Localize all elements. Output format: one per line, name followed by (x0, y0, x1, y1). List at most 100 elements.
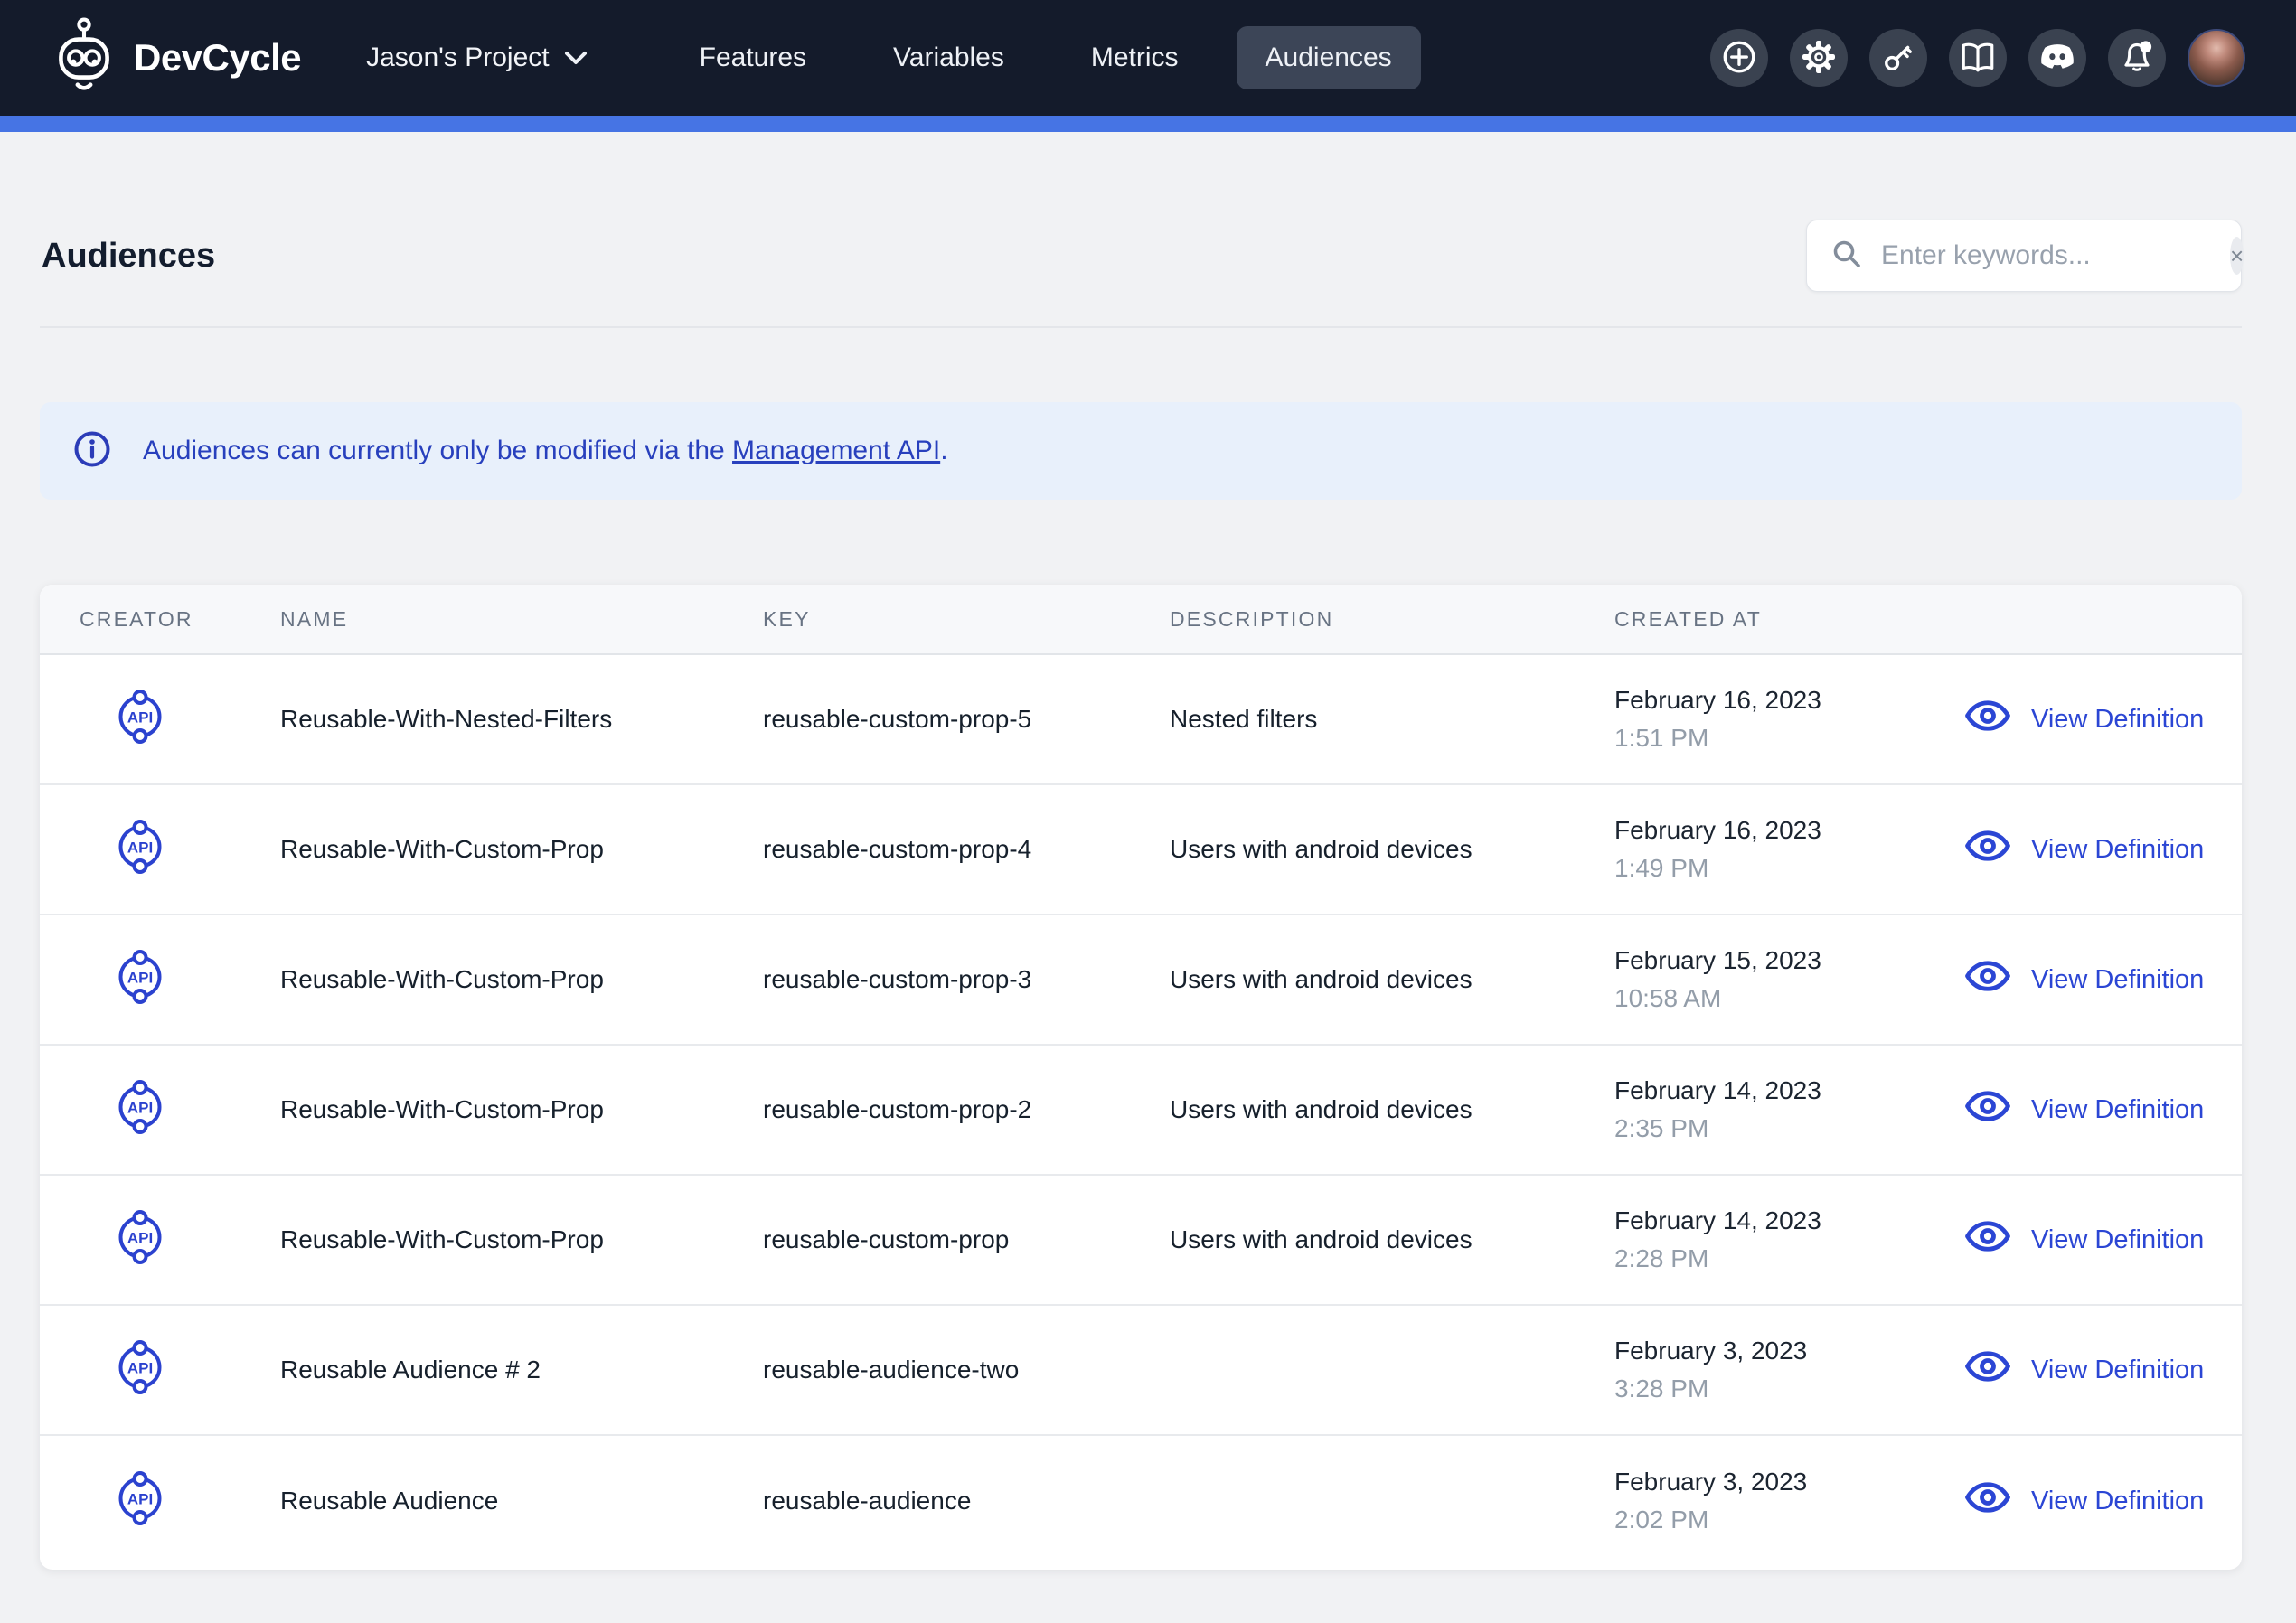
creator-cell: API (40, 815, 280, 885)
audience-description: Users with android devices (1170, 1225, 1614, 1254)
info-banner: Audiences can currently only be modified… (40, 402, 2242, 500)
discord-icon (2036, 35, 2079, 81)
creator-cell: API (40, 1336, 280, 1405)
created-at-cell: February 14, 2023 2:35 PM (1614, 1076, 1924, 1143)
banner-text-suffix: . (940, 436, 947, 465)
api-badge-label: API (127, 1229, 153, 1246)
accent-bar (0, 116, 2296, 132)
audience-name: Reusable Audience (280, 1487, 763, 1515)
nav-link-metrics[interactable]: Metrics (1062, 26, 1208, 89)
audiences-table: Creator Name Key Description Created At … (40, 585, 2242, 1570)
api-keys-button[interactable] (1869, 29, 1927, 87)
devcycle-logo[interactable]: DevCycle (54, 16, 301, 100)
api-creator-icon: API (116, 1507, 165, 1535)
audience-key: reusable-custom-prop-2 (763, 1095, 1170, 1124)
api-badge-label: API (127, 1099, 153, 1116)
info-icon (72, 429, 112, 474)
notifications-button[interactable] (2108, 29, 2166, 87)
audience-description: Users with android devices (1170, 835, 1614, 864)
create-new-button[interactable] (1710, 29, 1768, 87)
eye-icon (1964, 829, 2011, 870)
key-icon (1877, 35, 1920, 81)
api-badge-label: API (127, 969, 153, 986)
column-header-name: Name (280, 607, 763, 632)
view-definition-link[interactable]: View Definition (1964, 1089, 2242, 1130)
actions-cell: View Definition (1924, 1480, 2242, 1522)
audience-name: Reusable Audience # 2 (280, 1356, 763, 1384)
created-time: 1:51 PM (1614, 724, 1924, 753)
view-definition-label: View Definition (2031, 705, 2204, 735)
column-header-key: Key (763, 607, 1170, 632)
view-definition-link[interactable]: View Definition (1964, 1349, 2242, 1391)
table-header-row: Creator Name Key Description Created At (40, 585, 2242, 655)
audience-name: Reusable-With-Nested-Filters (280, 705, 763, 734)
created-time: 2:35 PM (1614, 1114, 1924, 1143)
audience-key: reusable-custom-prop-3 (763, 965, 1170, 994)
documentation-button[interactable] (1949, 29, 2007, 87)
clear-x-icon: × (2230, 244, 2244, 267)
nav-link-features[interactable]: Features (671, 26, 835, 89)
view-definition-link[interactable]: View Definition (1964, 1480, 2242, 1522)
api-badge-label: API (127, 708, 153, 726)
column-header-description: Description (1170, 607, 1614, 632)
created-date: February 14, 2023 (1614, 1076, 1924, 1105)
view-definition-link[interactable]: View Definition (1964, 699, 2242, 740)
table-row: API Reusable-With-Custom-Prop reusable-c… (40, 1176, 2242, 1306)
audience-name: Reusable-With-Custom-Prop (280, 1095, 763, 1124)
actions-cell: View Definition (1924, 699, 2242, 740)
column-header-created-at: Created At (1614, 607, 1924, 632)
created-time: 1:49 PM (1614, 854, 1924, 883)
table-row: API Reusable-With-Custom-Prop reusable-c… (40, 915, 2242, 1046)
table-row: API Reusable-With-Nested-Filters reusabl… (40, 655, 2242, 785)
search-clear-button[interactable]: × (2230, 237, 2244, 275)
view-definition-link[interactable]: View Definition (1964, 1219, 2242, 1261)
plus-circle-icon (1717, 35, 1761, 81)
api-creator-icon: API (116, 726, 165, 754)
created-at-cell: February 15, 2023 10:58 AM (1614, 946, 1924, 1013)
page-title: Audiences (40, 237, 215, 276)
bell-icon (2115, 35, 2159, 81)
created-at-cell: February 16, 2023 1:49 PM (1614, 816, 1924, 883)
created-time: 2:02 PM (1614, 1506, 1924, 1534)
discord-button[interactable] (2028, 29, 2086, 87)
table-row: API Reusable Audience # 2 reusable-audie… (40, 1306, 2242, 1436)
api-creator-icon: API (116, 1246, 165, 1274)
search-input[interactable] (1881, 240, 2230, 271)
created-date: February 3, 2023 (1614, 1337, 1924, 1365)
audience-key: reusable-audience (763, 1487, 1170, 1515)
main-content: Audiences × Audiences can currently only (40, 220, 2242, 1570)
table-row: API Reusable Audience reusable-audience … (40, 1436, 2242, 1566)
navbar-icon-group (1710, 29, 2245, 87)
project-selector-label: Jason's Project (366, 42, 550, 73)
book-icon (1956, 35, 2000, 81)
nav-link-variables[interactable]: Variables (864, 26, 1033, 89)
management-api-link[interactable]: Management API (732, 436, 940, 465)
table-row: API Reusable-With-Custom-Prop reusable-c… (40, 1046, 2242, 1176)
view-definition-label: View Definition (2031, 1095, 2204, 1125)
api-badge-label: API (127, 1490, 153, 1507)
page-header: Audiences × (40, 220, 2242, 292)
created-date: February 15, 2023 (1614, 946, 1924, 975)
chevron-down-icon (564, 42, 588, 73)
api-badge-label: API (127, 839, 153, 856)
api-creator-icon: API (116, 856, 165, 884)
actions-cell: View Definition (1924, 1219, 2242, 1261)
api-creator-icon: API (116, 986, 165, 1014)
settings-button[interactable] (1790, 29, 1848, 87)
view-definition-link[interactable]: View Definition (1964, 959, 2242, 1000)
created-time: 10:58 AM (1614, 984, 1924, 1013)
user-avatar[interactable] (2188, 29, 2245, 87)
table-row: API Reusable-With-Custom-Prop reusable-c… (40, 785, 2242, 915)
eye-icon (1964, 1219, 2011, 1261)
audience-name: Reusable-With-Custom-Prop (280, 965, 763, 994)
column-header-creator: Creator (40, 607, 280, 632)
search-icon (1830, 238, 1863, 275)
created-at-cell: February 3, 2023 2:02 PM (1614, 1468, 1924, 1534)
brand-name: DevCycle (134, 36, 301, 80)
view-definition-link[interactable]: View Definition (1964, 829, 2242, 870)
nav-link-audiences[interactable]: Audiences (1237, 26, 1421, 89)
view-definition-label: View Definition (2031, 1225, 2204, 1255)
eye-icon (1964, 1089, 2011, 1130)
created-date: February 16, 2023 (1614, 686, 1924, 715)
project-selector-dropdown[interactable]: Jason's Project (366, 42, 588, 73)
